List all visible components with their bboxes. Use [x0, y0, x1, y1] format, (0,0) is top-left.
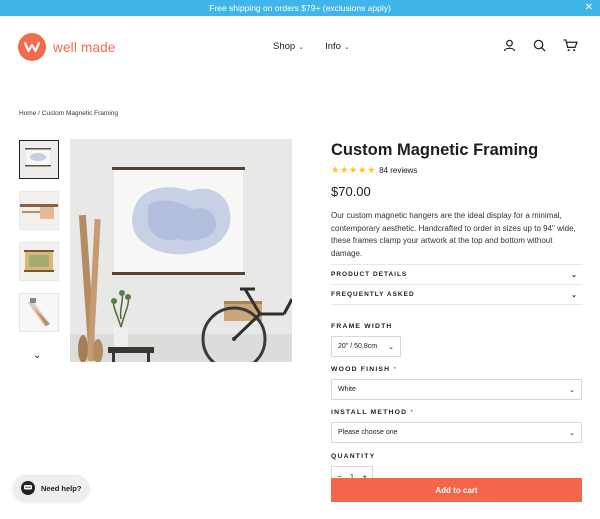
- frequently-asked-label: FREQUENTLY ASKED: [331, 291, 415, 298]
- install-method-value: Please choose one: [338, 429, 398, 436]
- product-title: Custom Magnetic Framing: [331, 141, 539, 159]
- thumbnail-2[interactable]: [19, 191, 59, 230]
- required-marker: *: [410, 409, 415, 416]
- install-method-label-text: INSTALL METHOD: [331, 409, 408, 416]
- wood-finish-label-text: WOOD FINISH: [331, 366, 391, 373]
- thumbnail-4[interactable]: [19, 293, 59, 332]
- chevron-down-icon: ⌄: [569, 386, 575, 394]
- close-icon[interactable]: ✕: [585, 2, 593, 14]
- wood-finish-select[interactable]: White ⌄: [331, 379, 582, 400]
- chat-widget[interactable]: Need help?: [13, 475, 89, 501]
- nav-info[interactable]: Info ⌄: [325, 41, 350, 52]
- main-nav: Shop ⌄ Info ⌄: [273, 41, 350, 52]
- chevron-down-icon: ⌄: [571, 271, 578, 279]
- frame-width-select[interactable]: 20" / 50.8cm ⌄: [331, 336, 401, 357]
- chat-icon: [21, 481, 35, 495]
- rating-stars-icon: ★★★★★: [331, 165, 377, 176]
- breadcrumb: Home / Custom Magnetic Framing: [19, 110, 118, 117]
- announcement-text: Free shipping on orders $79+ (exclusions…: [209, 3, 391, 13]
- logo[interactable]: well made: [18, 33, 116, 61]
- chevron-down-icon: ⌄: [571, 291, 578, 299]
- breadcrumb-current: Custom Magnetic Framing: [41, 110, 119, 117]
- chevron-down-icon: ⌄: [298, 43, 305, 51]
- frame-width-option: FRAME WIDTH 20" / 50.8cm ⌄: [331, 323, 582, 357]
- breadcrumb-home[interactable]: Home: [19, 110, 36, 117]
- chat-label: Need help?: [41, 483, 82, 493]
- frame-width-value: 20" / 50.8cm: [338, 343, 378, 350]
- header-icons: [503, 39, 578, 52]
- wood-finish-label: WOOD FINISH *: [331, 366, 582, 373]
- frequently-asked-toggle[interactable]: FREQUENTLY ASKED ⌄: [331, 285, 582, 305]
- product-info: Custom Magnetic Framing ★★★★★ 84 reviews…: [331, 140, 582, 486]
- product-description: Our custom magnetic hangers are the idea…: [331, 211, 576, 258]
- announcement-bar: Free shipping on orders $79+ (exclusions…: [0, 0, 600, 16]
- thumbnail-1[interactable]: [19, 140, 59, 179]
- chevron-down-icon: ⌄: [343, 43, 350, 51]
- add-to-cart-button[interactable]: Add to cart: [331, 478, 582, 502]
- wood-finish-value: White: [338, 386, 356, 393]
- search-icon[interactable]: [533, 39, 546, 52]
- install-method-label: INSTALL METHOD *: [331, 409, 582, 416]
- product-image[interactable]: [70, 139, 292, 362]
- quantity-label: QUANTITY: [331, 453, 376, 460]
- product-details-label: PRODUCT DETAILS: [331, 271, 408, 278]
- breadcrumb-separator: /: [38, 110, 40, 117]
- logo-mark-icon: [18, 33, 46, 61]
- install-method-option: INSTALL METHOD * Please choose one ⌄: [331, 409, 582, 443]
- logo-text: well made: [53, 39, 116, 55]
- site-header: well made Shop ⌄ Info ⌄: [0, 16, 600, 78]
- chevron-down-icon: ⌄: [569, 429, 575, 437]
- account-icon[interactable]: [503, 39, 516, 52]
- chevron-down-icon[interactable]: ⌄: [33, 350, 41, 361]
- product-price: $70.00: [331, 184, 371, 199]
- install-method-select[interactable]: Please choose one ⌄: [331, 422, 582, 443]
- frame-width-label: FRAME WIDTH: [331, 323, 393, 330]
- product-rating[interactable]: ★★★★★ 84 reviews: [331, 165, 582, 176]
- nav-shop[interactable]: Shop ⌄: [273, 41, 304, 52]
- product-collapsibles: PRODUCT DETAILS ⌄ FREQUENTLY ASKED ⌄: [331, 264, 582, 305]
- cart-icon[interactable]: [563, 39, 578, 52]
- product-details-toggle[interactable]: PRODUCT DETAILS ⌄: [331, 265, 582, 285]
- reviews-count: 84 reviews: [379, 166, 418, 175]
- chevron-down-icon: ⌄: [388, 343, 394, 351]
- required-marker: *: [393, 366, 398, 373]
- wood-finish-option: WOOD FINISH * White ⌄: [331, 366, 582, 400]
- thumbnail-list: [19, 140, 59, 344]
- nav-shop-label: Shop: [273, 41, 296, 52]
- thumbnail-3[interactable]: [19, 242, 59, 281]
- nav-info-label: Info: [325, 41, 341, 52]
